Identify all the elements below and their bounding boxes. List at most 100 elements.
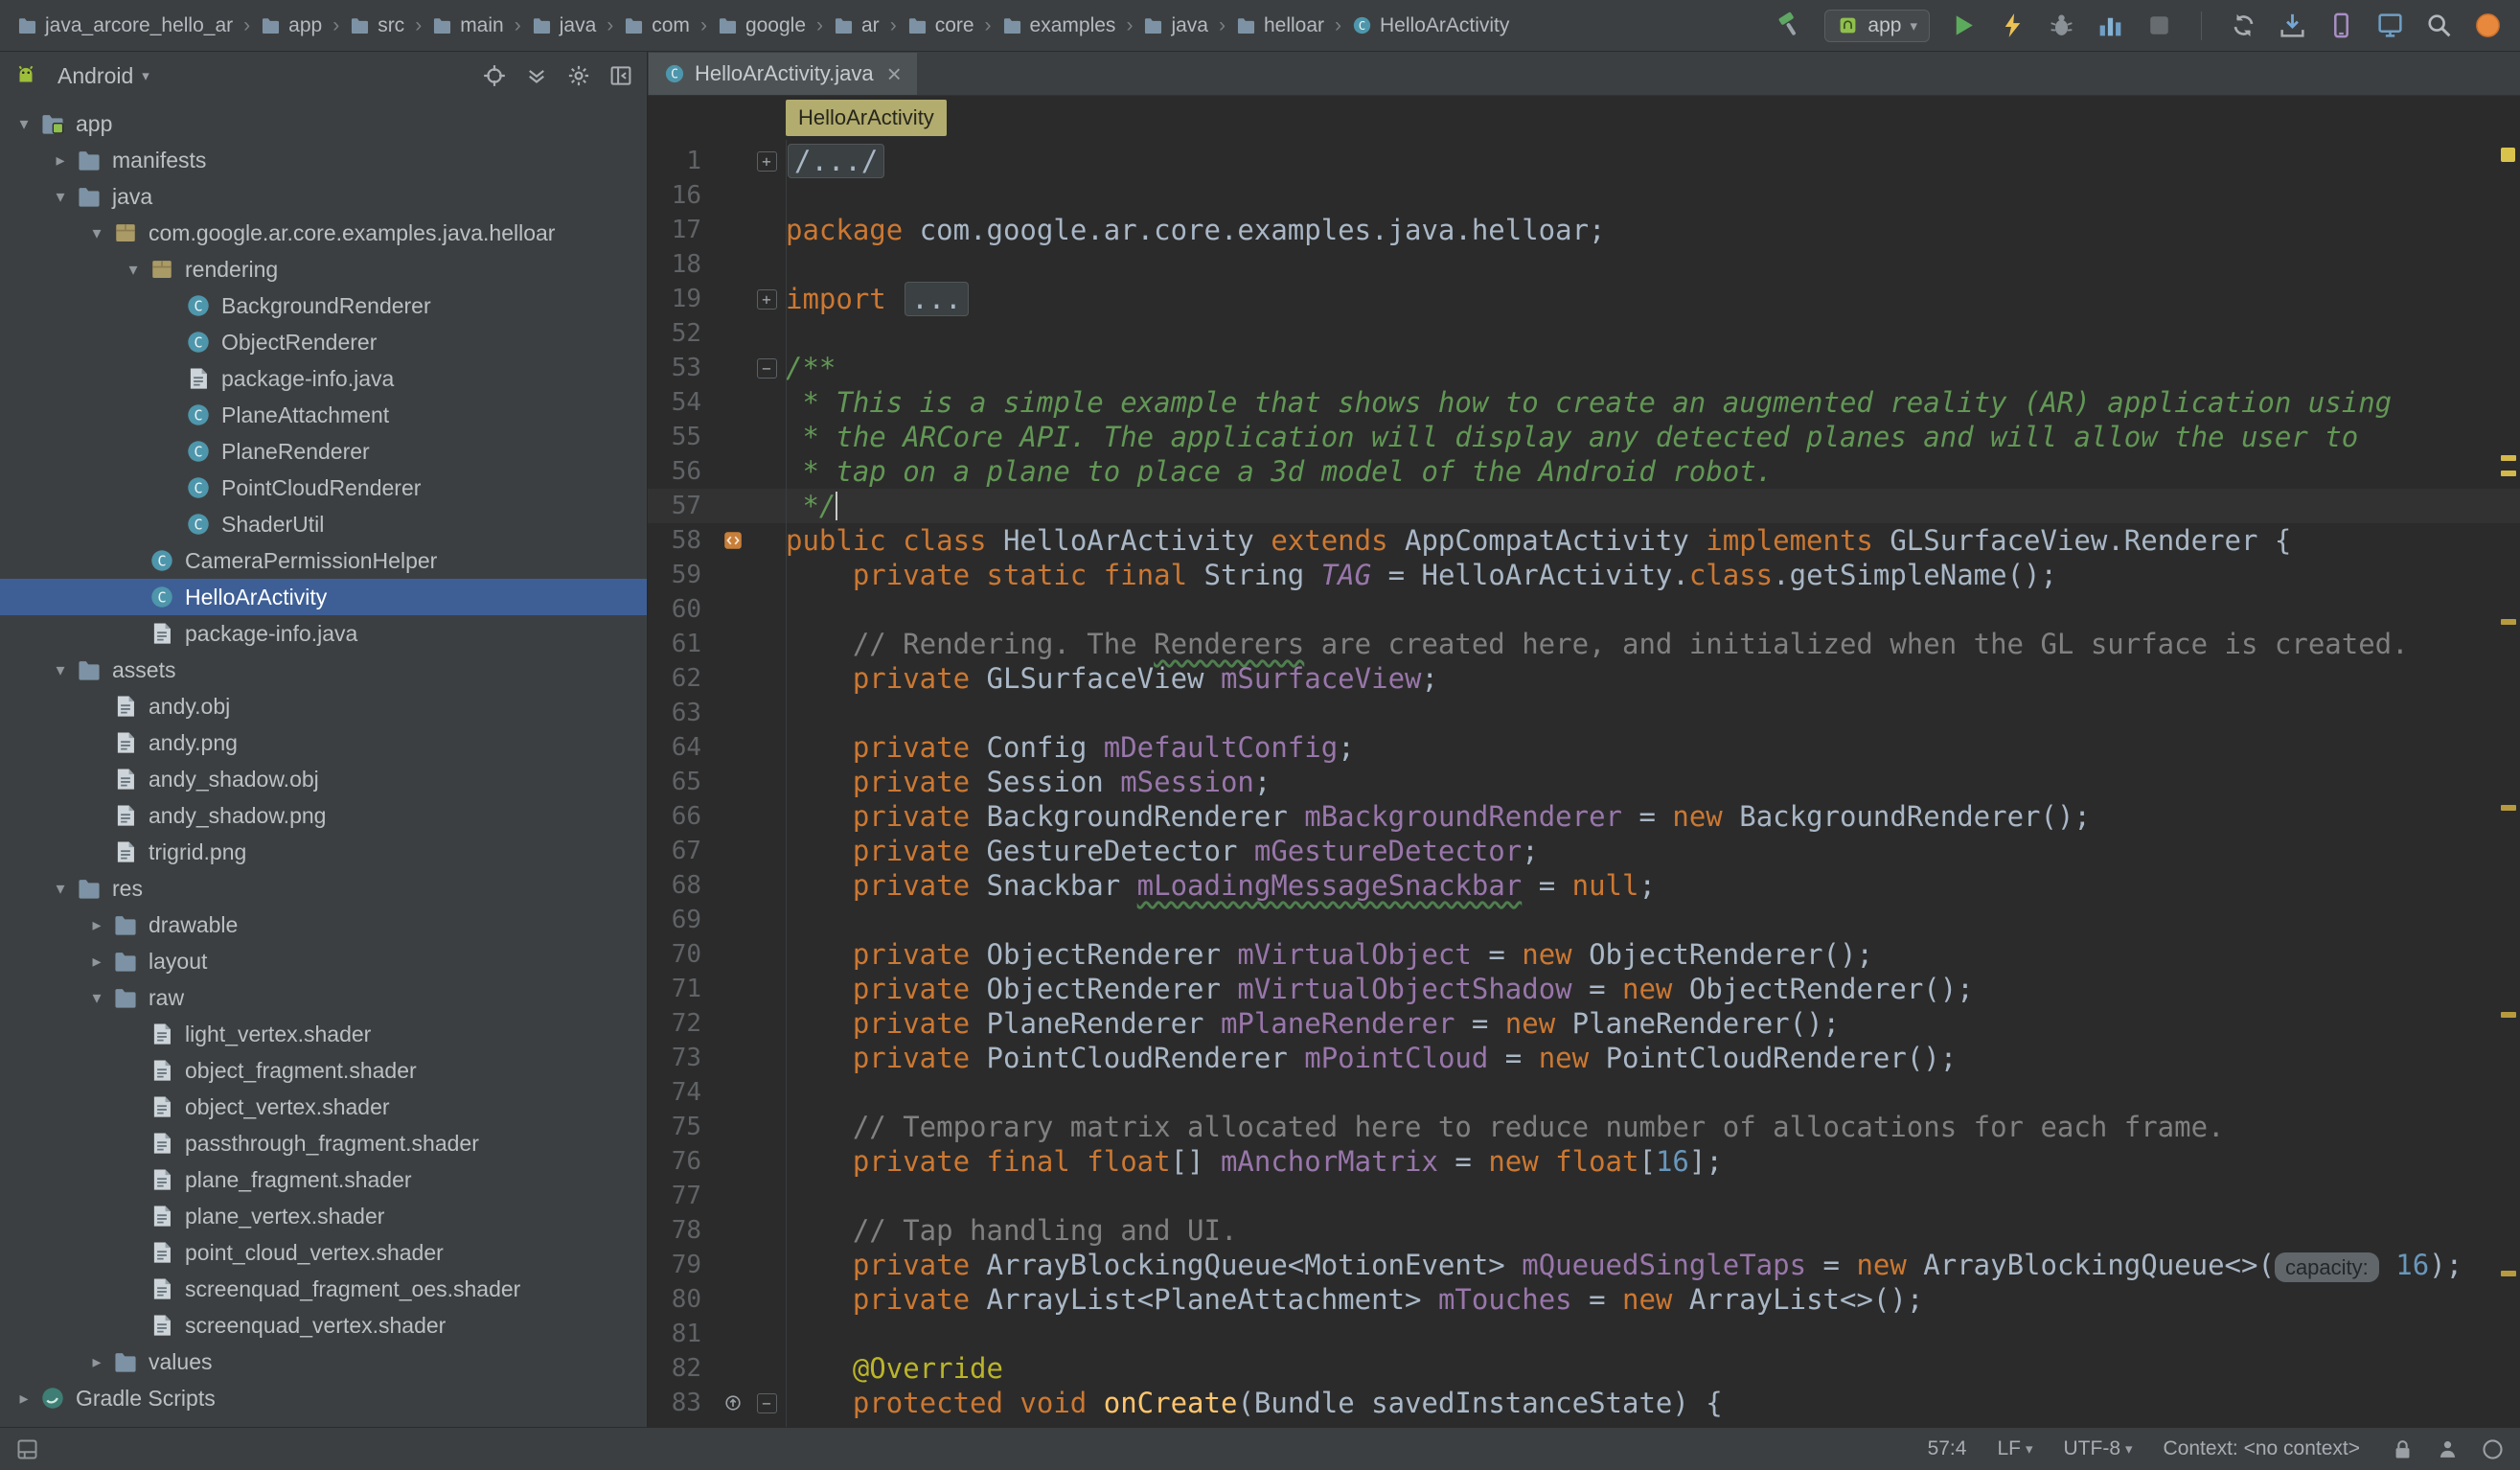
breadcrumb-item[interactable]: examples — [1002, 14, 1116, 37]
tree-item-andy-shadow-obj[interactable]: andy_shadow.obj — [0, 761, 647, 797]
chevron-expanded-icon[interactable]: ▾ — [117, 260, 149, 280]
breadcrumb-item[interactable]: java — [532, 14, 597, 37]
stripe-mark[interactable] — [2501, 1271, 2516, 1276]
tree-item-raw[interactable]: ▾raw — [0, 979, 647, 1016]
code-line[interactable]: 17package com.google.ar.core.examples.ja… — [648, 213, 2520, 247]
close-icon[interactable]: × — [887, 61, 902, 86]
stop-icon[interactable] — [2144, 11, 2174, 40]
breadcrumb-item[interactable]: app — [261, 14, 322, 37]
tree-item-plane-vertex-shader[interactable]: plane_vertex.shader — [0, 1198, 647, 1234]
tree-item-andy-obj[interactable]: andy.obj — [0, 688, 647, 724]
code-line[interactable]: 68 private Snackbar mLoadingMessageSnack… — [648, 868, 2520, 903]
tree-item-drawable[interactable]: ▸drawable — [0, 907, 647, 943]
avd-manager-icon[interactable] — [2326, 11, 2356, 40]
tree-item-objectrenderer[interactable]: CObjectRenderer — [0, 324, 647, 360]
locate-icon[interactable] — [482, 63, 507, 88]
code-line[interactable]: 78 // Tap handling and UI. — [648, 1213, 2520, 1248]
code-line[interactable]: 61 // Rendering. The Renderers are creat… — [648, 627, 2520, 661]
code-line[interactable]: 72 private PlaneRenderer mPlaneRenderer … — [648, 1006, 2520, 1041]
code-line[interactable]: 54 * This is a simple example that shows… — [648, 385, 2520, 420]
tree-item-package-info-java[interactable]: package-info.java — [0, 360, 647, 397]
breadcrumb-item[interactable]: google — [718, 14, 806, 37]
code-line[interactable]: 81 — [648, 1317, 2520, 1351]
attach-debugger-icon[interactable] — [2047, 11, 2076, 40]
breadcrumb-item[interactable]: java — [1143, 14, 1208, 37]
fold-minus-icon[interactable]: − — [757, 358, 777, 379]
overriding-method-gutter-icon[interactable] — [722, 1392, 744, 1413]
chevron-expanded-icon[interactable]: ▾ — [44, 187, 77, 207]
code-line[interactable]: 60 — [648, 592, 2520, 627]
code-line[interactable]: 70 private ObjectRenderer mVirtualObject… — [648, 937, 2520, 972]
code-line[interactable]: 82 @Override — [648, 1351, 2520, 1386]
breadcrumb-item[interactable]: src — [350, 14, 404, 37]
fold-plus-icon[interactable]: + — [757, 289, 777, 310]
run-config-selector[interactable]: app▾ — [1824, 10, 1930, 42]
tree-item-pointcloudrenderer[interactable]: CPointCloudRenderer — [0, 470, 647, 506]
stripe-mark[interactable] — [2501, 471, 2516, 476]
related-marker-gutter-icon[interactable] — [722, 530, 744, 551]
toolwindow-switcher-icon[interactable] — [15, 1437, 39, 1461]
tree-item-com-google-ar-core-examples-java-helloar[interactable]: ▾com.google.ar.core.examples.java.helloa… — [0, 215, 647, 251]
sdk-manager-icon[interactable] — [2278, 11, 2307, 40]
line-separator-widget[interactable]: LF▾ — [1997, 1437, 2032, 1460]
code-line[interactable]: 74 — [648, 1075, 2520, 1110]
encoding-widget[interactable]: UTF-8▾ — [2064, 1437, 2133, 1460]
chevron-collapsed-icon[interactable]: ▸ — [80, 952, 113, 972]
chevron-expanded-icon[interactable]: ▾ — [44, 879, 77, 899]
tree-item-shaderutil[interactable]: CShaderUtil — [0, 506, 647, 542]
settings-icon[interactable] — [566, 63, 591, 88]
tree-item-backgroundrenderer[interactable]: CBackgroundRenderer — [0, 287, 647, 324]
run-icon[interactable] — [1949, 11, 1979, 40]
code-line[interactable]: 69 — [648, 903, 2520, 937]
tree-item-planerenderer[interactable]: CPlaneRenderer — [0, 433, 647, 470]
search-everywhere-icon[interactable] — [2424, 11, 2454, 40]
sync-project-icon[interactable] — [2229, 11, 2258, 40]
code-line[interactable]: 1+/.../ — [648, 144, 2520, 178]
tree-item-passthrough-fragment-shader[interactable]: passthrough_fragment.shader — [0, 1125, 647, 1161]
tree-item-object-fragment-shader[interactable]: object_fragment.shader — [0, 1052, 647, 1089]
tree-item-andy-png[interactable]: andy.png — [0, 724, 647, 761]
code-editor[interactable]: 1+/.../1617package com.google.ar.core.ex… — [648, 140, 2520, 1427]
tree-item-assets[interactable]: ▾assets — [0, 652, 647, 688]
code-line[interactable]: 73 private PointCloudRenderer mPointClou… — [648, 1041, 2520, 1075]
stripe-mark[interactable] — [2501, 619, 2516, 625]
code-line[interactable]: 63 — [648, 696, 2520, 730]
tree-item-object-vertex-shader[interactable]: object_vertex.shader — [0, 1089, 647, 1125]
chevron-collapsed-icon[interactable]: ▸ — [80, 1352, 113, 1372]
code-line[interactable]: 53−/** — [648, 351, 2520, 385]
stripe-mark[interactable] — [2501, 805, 2516, 811]
tree-item-layout[interactable]: ▸layout — [0, 943, 647, 979]
code-line[interactable]: 64 private Config mDefaultConfig; — [648, 730, 2520, 765]
chevron-expanded-icon[interactable]: ▾ — [80, 988, 113, 1008]
code-line[interactable]: 59 private static final String TAG = Hel… — [648, 558, 2520, 592]
code-line[interactable]: 16 — [648, 178, 2520, 213]
device-monitor-icon[interactable] — [2375, 11, 2405, 40]
breadcrumb-item[interactable]: main — [432, 14, 504, 37]
code-line[interactable]: 75 // Temporary matrix allocated here to… — [648, 1110, 2520, 1144]
tree-item-manifests[interactable]: ▸manifests — [0, 142, 647, 178]
code-line[interactable]: 62 private GLSurfaceView mSurfaceView; — [648, 661, 2520, 696]
breadcrumb-item[interactable]: java_arcore_hello_ar — [17, 14, 233, 37]
tree-item-andy-shadow-png[interactable]: andy_shadow.png — [0, 797, 647, 834]
code-line[interactable]: 56 * tap on a plane to place a 3d model … — [648, 454, 2520, 489]
assistant-icon[interactable] — [2473, 11, 2503, 40]
highlighting-level-icon[interactable] — [2436, 1437, 2460, 1461]
breadcrumb-item[interactable]: com — [624, 14, 690, 37]
tree-item-point-cloud-vertex-shader[interactable]: point_cloud_vertex.shader — [0, 1234, 647, 1271]
code-line[interactable]: 52 — [648, 316, 2520, 351]
profiler-icon[interactable] — [2096, 11, 2125, 40]
tree-item-package-info-java[interactable]: package-info.java — [0, 615, 647, 652]
tree-item-light-vertex-shader[interactable]: light_vertex.shader — [0, 1016, 647, 1052]
breadcrumb-item[interactable]: core — [907, 14, 974, 37]
tree-item-camerapermissionhelper[interactable]: CCameraPermissionHelper — [0, 542, 647, 579]
chevron-collapsed-icon[interactable]: ▸ — [44, 150, 77, 171]
tree-item-plane-fragment-shader[interactable]: plane_fragment.shader — [0, 1161, 647, 1198]
code-line[interactable]: 80 private ArrayList<PlaneAttachment> mT… — [648, 1282, 2520, 1317]
collapse-all-icon[interactable] — [524, 63, 549, 88]
instant-run-icon[interactable] — [1998, 11, 2027, 40]
chevron-expanded-icon[interactable]: ▾ — [80, 223, 113, 243]
code-line[interactable]: 67 private GestureDetector mGestureDetec… — [648, 834, 2520, 868]
tree-item-helloaractivity[interactable]: CHelloArActivity — [0, 579, 647, 615]
code-line[interactable]: 19+import ... — [648, 282, 2520, 316]
tree-item-rendering[interactable]: ▾rendering — [0, 251, 647, 287]
